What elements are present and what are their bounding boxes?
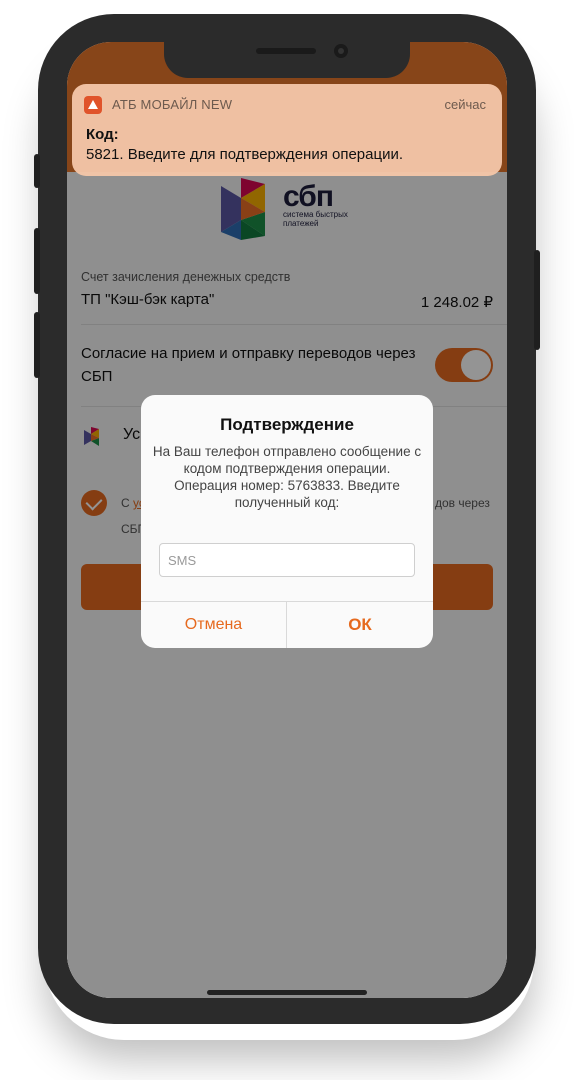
mute-switch xyxy=(34,154,40,188)
home-indicator[interactable] xyxy=(207,990,367,995)
notification-body: 5821. Введите для подтверждения операции… xyxy=(86,146,403,163)
confirmation-dialog: Подтверждение На Ваш телефон отправлено … xyxy=(141,395,433,648)
push-notification[interactable]: АТБ МОБАЙЛ NEW сейчас Код: 5821. Введите… xyxy=(72,84,502,176)
dialog-title: Подтверждение xyxy=(220,415,354,434)
atb-app-icon xyxy=(84,96,102,114)
dialog-message: На Ваш телефон отправлено сообщение с ко… xyxy=(152,444,422,510)
volume-up-button xyxy=(34,228,40,294)
camera-lens xyxy=(338,48,344,54)
notification-time: сейчас xyxy=(444,97,487,112)
ok-button[interactable]: ОК xyxy=(287,601,433,648)
notification-app-name: АТБ МОБАЙЛ NEW xyxy=(112,97,233,112)
volume-down-button xyxy=(34,312,40,378)
sms-code-input[interactable] xyxy=(159,543,415,577)
notification-title: Код: xyxy=(86,126,119,143)
power-button xyxy=(534,250,540,350)
app-icon-glyph xyxy=(88,100,98,109)
front-camera xyxy=(334,44,348,58)
speaker-grille xyxy=(256,48,316,54)
cancel-button[interactable]: Отмена xyxy=(141,601,286,648)
